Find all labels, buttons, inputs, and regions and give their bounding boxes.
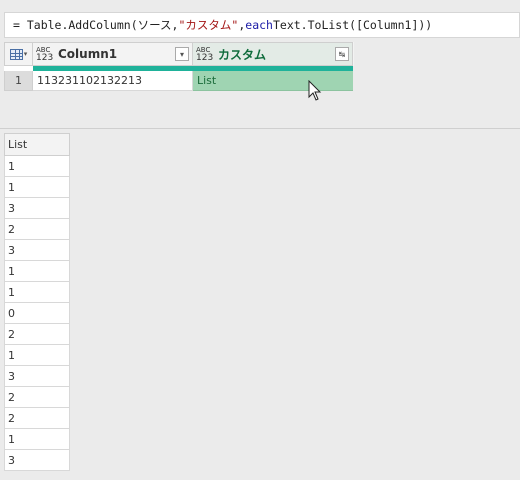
list-items: 113231102132213 xyxy=(4,156,70,471)
list-item[interactable]: 1 xyxy=(4,177,70,198)
list-item[interactable]: 2 xyxy=(4,219,70,240)
list-item[interactable]: 1 xyxy=(4,156,70,177)
expand-column-icon[interactable]: ↹ xyxy=(335,47,349,61)
list-item[interactable]: 2 xyxy=(4,408,70,429)
table-icon xyxy=(9,48,23,60)
formula-rest: Text.ToList([Column1])) xyxy=(272,18,433,32)
list-item[interactable]: 1 xyxy=(4,429,70,450)
table-cell[interactable]: 113231102132213 xyxy=(33,71,193,91)
table-header-row: ▾ ABC 123 Column1 ▾ ABC 123 カスタム ↹ xyxy=(4,42,354,66)
list-item[interactable]: 1 xyxy=(4,261,70,282)
row-number[interactable]: 1 xyxy=(4,71,33,91)
list-cell-link[interactable]: List xyxy=(193,71,353,91)
formula-prefix: = Table.AddColumn(ソース, xyxy=(13,18,179,32)
chevron-down-icon: ▾ xyxy=(23,50,28,58)
formula-keyword: each xyxy=(245,18,273,32)
column-header-custom[interactable]: ABC 123 カスタム ↹ xyxy=(193,42,353,66)
list-item[interactable]: 3 xyxy=(4,366,70,387)
formula-sep: , xyxy=(238,18,246,32)
column-header-label: カスタム xyxy=(218,47,267,62)
table-row: 1 113231102132213 List xyxy=(4,71,354,91)
list-item[interactable]: 2 xyxy=(4,324,70,345)
list-item[interactable]: 3 xyxy=(4,450,70,471)
list-item[interactable]: 2 xyxy=(4,387,70,408)
column-header-column1[interactable]: ABC 123 Column1 ▾ xyxy=(33,42,193,66)
list-item[interactable]: 1 xyxy=(4,282,70,303)
query-preview-table: ▾ ABC 123 Column1 ▾ ABC 123 カスタム ↹ 1 113… xyxy=(4,42,354,91)
mouse-pointer-icon xyxy=(308,80,322,101)
formula-string: "カスタム" xyxy=(178,18,239,32)
list-item[interactable]: 0 xyxy=(4,303,70,324)
any-type-icon[interactable]: ABC 123 xyxy=(196,46,214,63)
column-header-label: Column1 xyxy=(58,47,118,61)
table-menu-button[interactable]: ▾ xyxy=(4,42,33,66)
list-item[interactable]: 1 xyxy=(4,345,70,366)
filter-dropdown-icon[interactable]: ▾ xyxy=(175,47,189,61)
list-item[interactable]: 3 xyxy=(4,240,70,261)
pane-divider[interactable] xyxy=(0,128,520,129)
list-item[interactable]: 3 xyxy=(4,198,70,219)
any-type-icon[interactable]: ABC 123 xyxy=(36,46,54,63)
formula-bar[interactable]: = Table.AddColumn(ソース, "カスタム" , each Tex… xyxy=(4,12,520,38)
list-preview: List 113231102132213 xyxy=(4,133,70,471)
list-header: List xyxy=(4,133,70,156)
